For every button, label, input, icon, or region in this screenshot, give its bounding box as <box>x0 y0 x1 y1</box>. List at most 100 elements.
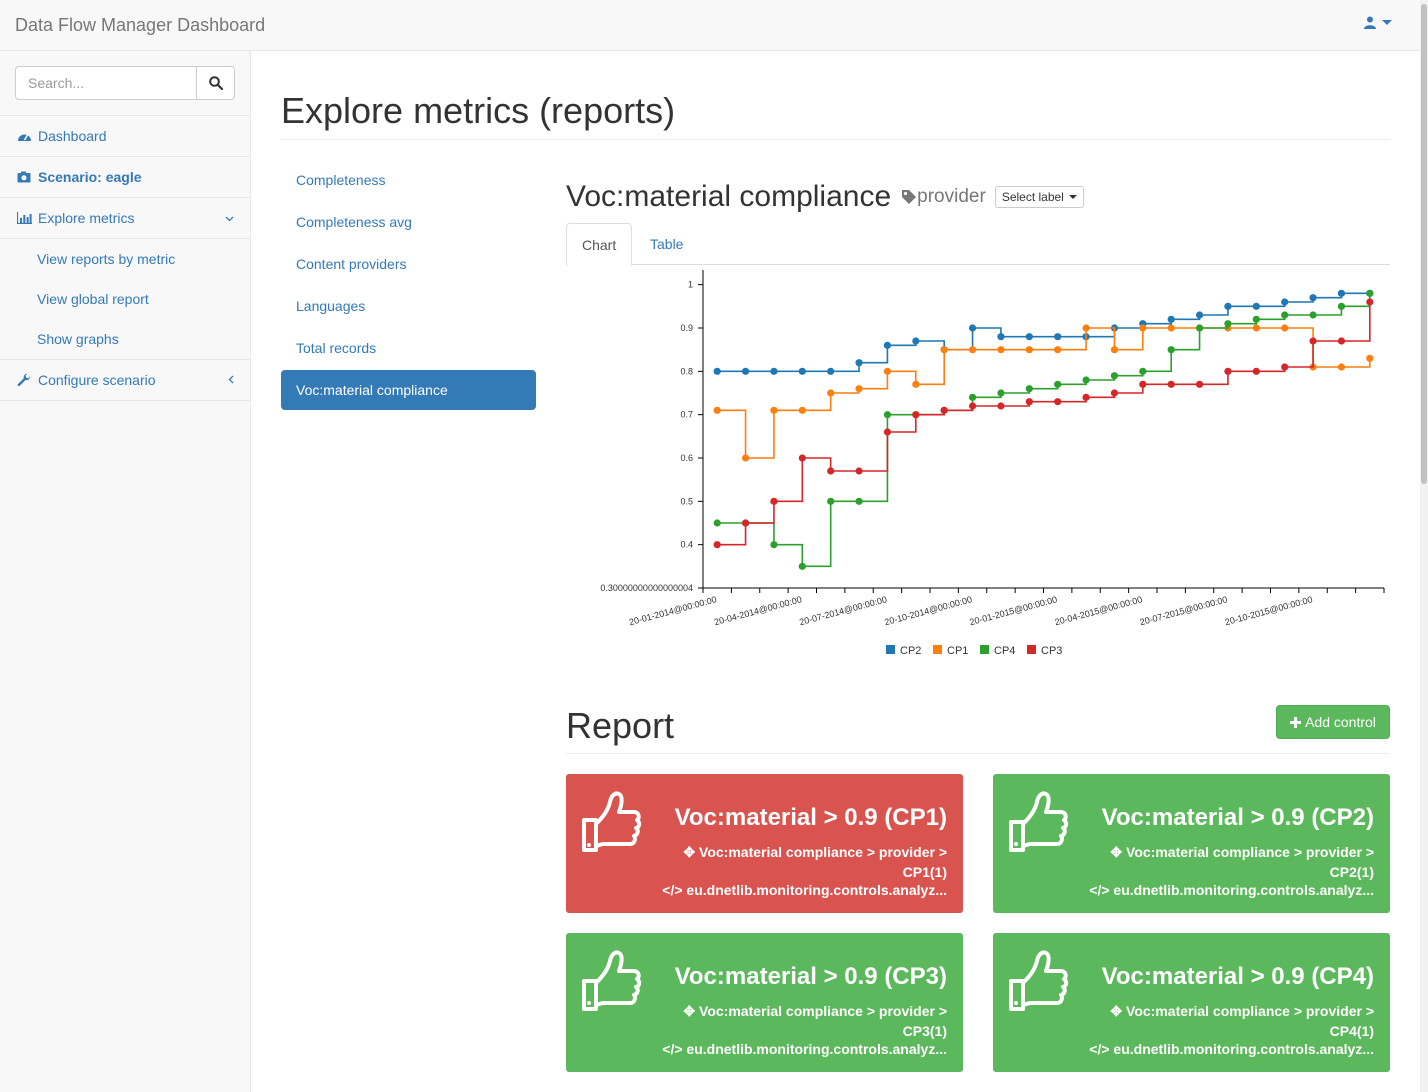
sidebar-search <box>15 66 235 100</box>
series-line-cp2 <box>717 292 1370 373</box>
sidebar-subitem-global-report[interactable]: View global report <box>0 279 250 319</box>
metric-item-total-records[interactable]: Total records <box>281 328 536 368</box>
search-input[interactable] <box>15 66 197 100</box>
data-point-cp1 <box>997 346 1005 354</box>
compliance-step-chart: 0.30000000000000004 0.4 0.5 0.6 0.7 0.8 0.9 1 20… <box>600 270 1385 657</box>
data-point-cp3 <box>997 402 1005 410</box>
y-tick-label: 0.30000000000000004 <box>600 583 693 593</box>
add-control-button[interactable]: Add control <box>1276 705 1390 739</box>
data-point-cp3 <box>1337 337 1346 345</box>
data-point-cp2 <box>912 337 920 345</box>
control-card-cp2[interactable]: Voc:material > 0.9 (CP2) ✥ Voc:material … <box>993 774 1390 913</box>
tab-table[interactable]: Table <box>635 223 698 265</box>
explore-metrics-submenu: View reports by metric View global repor… <box>0 239 250 360</box>
data-point-cp4 <box>997 389 1005 397</box>
data-point-cp2 <box>1337 289 1346 297</box>
sidebar-item-configure-scenario[interactable]: Configure scenario <box>0 360 250 401</box>
user-menu[interactable] <box>1364 16 1392 29</box>
series-line-cp4 <box>717 293 1371 568</box>
metric-item-completeness[interactable]: Completeness <box>281 160 536 200</box>
data-point-cp1 <box>1082 324 1090 332</box>
data-point-cp1 <box>1167 324 1175 332</box>
data-point-cp1 <box>798 406 806 414</box>
data-point-cp3 <box>1054 398 1062 406</box>
data-point-cp3 <box>1366 298 1374 306</box>
data-point-cp2 <box>770 367 778 375</box>
y-tick-label: 0.8 <box>680 366 693 376</box>
card-path: ✥ Voc:material compliance > provider > C… <box>683 1003 947 1039</box>
data-point-cp1 <box>1281 324 1289 332</box>
data-point-cp2 <box>1281 298 1289 306</box>
data-point-cp1 <box>855 385 863 393</box>
chart-header: Voc:material compliance provider Select … <box>566 180 1084 214</box>
top-navbar: Data Flow Manager Dashboard <box>0 0 1428 51</box>
data-point-cp2 <box>1167 315 1175 323</box>
metric-item-voc-material-compliance[interactable]: Voc:material compliance <box>281 370 536 410</box>
series-line-cp1 <box>717 327 1371 459</box>
data-point-cp3 <box>713 541 721 549</box>
metric-item-completeness-avg[interactable]: Completeness avg <box>281 202 536 242</box>
control-card-cp1[interactable]: Voc:material > 0.9 (CP1) ✥ Voc:material … <box>566 774 963 913</box>
tag-icon <box>902 190 917 204</box>
sidebar-item-label: Explore metrics <box>38 210 135 226</box>
data-point-cp2 <box>827 367 835 375</box>
card-path-text: Voc:material compliance > provider > CP2… <box>1126 844 1374 880</box>
side-nav: Dashboard Scenario: eagle Explore metric… <box>0 115 250 401</box>
data-point-cp2 <box>1252 302 1260 310</box>
card-path-text: Voc:material compliance > provider > CP3… <box>699 1003 947 1039</box>
card-title: Voc:material > 0.9 (CP1) <box>674 804 947 831</box>
data-point-cp2 <box>855 359 863 367</box>
y-tick-label: 1 <box>688 280 693 290</box>
metric-item-languages[interactable]: Languages <box>281 286 536 326</box>
data-point-cp4 <box>1054 380 1062 388</box>
data-point-cp3 <box>1139 380 1147 388</box>
legend-label-cp3: CP3 <box>1041 645 1062 657</box>
data-point-cp2 <box>713 367 721 375</box>
data-point-cp2 <box>798 367 806 375</box>
data-point-cp3 <box>883 428 892 436</box>
data-point-cp1 <box>883 367 892 375</box>
data-point-cp2 <box>968 324 977 332</box>
x-tick-label: 20-07-2014@00:00:00 <box>798 594 888 627</box>
page-scrollbar[interactable] <box>1420 0 1428 1092</box>
metric-item-content-providers[interactable]: Content providers <box>281 244 536 284</box>
plus-icon <box>1290 716 1302 728</box>
data-point-cp1 <box>968 346 977 354</box>
data-point-cp4 <box>1281 311 1289 319</box>
dashboard-icon <box>17 130 33 142</box>
card-path: ✥ Voc:material compliance > provider > C… <box>1110 1003 1374 1039</box>
legend-swatch-cp3 <box>1027 645 1036 654</box>
card-code-text: eu.dnetlib.monitoring.controls.analyz... <box>1113 1041 1374 1057</box>
data-point-cp4 <box>1366 289 1374 297</box>
select-label-dropdown[interactable]: Select label <box>994 186 1084 208</box>
tab-chart[interactable]: Chart <box>566 223 633 266</box>
sidebar-item-dashboard[interactable]: Dashboard <box>0 116 250 157</box>
scrollbar-thumb[interactable] <box>1421 4 1427 484</box>
sidebar-item-scenario[interactable]: Scenario: eagle <box>0 157 250 198</box>
sidebar-subitem-reports-by-metric[interactable]: View reports by metric <box>0 239 250 279</box>
y-tick-label: 0.9 <box>680 323 693 333</box>
data-point-cp3 <box>1309 337 1317 345</box>
data-point-cp1 <box>1252 324 1260 332</box>
sidebar-subitem-show-graphs[interactable]: Show graphs <box>0 319 250 359</box>
data-point-cp1 <box>741 454 750 462</box>
card-title: Voc:material > 0.9 (CP2) <box>1101 804 1374 831</box>
data-point-cp1 <box>940 346 948 354</box>
data-point-cp4 <box>1195 324 1204 332</box>
app-brand[interactable]: Data Flow Manager Dashboard <box>15 15 265 36</box>
card-code: </> eu.dnetlib.monitoring.controls.analy… <box>662 882 947 898</box>
data-point-cp3 <box>1224 367 1232 375</box>
legend-label-cp2: CP2 <box>900 645 921 657</box>
data-point-cp2 <box>1195 311 1204 319</box>
search-button[interactable] <box>197 66 235 100</box>
legend-swatch-cp1 <box>933 645 942 654</box>
card-title: Voc:material > 0.9 (CP3) <box>674 963 947 990</box>
sidebar-item-explore-metrics[interactable]: Explore metrics <box>0 198 250 239</box>
chevron-down-icon <box>1382 20 1392 25</box>
page-title: Explore metrics (reports) <box>281 90 676 131</box>
y-tick-label: 0.4 <box>680 540 693 550</box>
select-label-text: Select label <box>1001 190 1064 204</box>
report-divider <box>566 753 1390 754</box>
control-card-cp4[interactable]: Voc:material > 0.9 (CP4) ✥ Voc:material … <box>993 933 1390 1072</box>
control-card-cp3[interactable]: Voc:material > 0.9 (CP3) ✥ Voc:material … <box>566 933 963 1072</box>
